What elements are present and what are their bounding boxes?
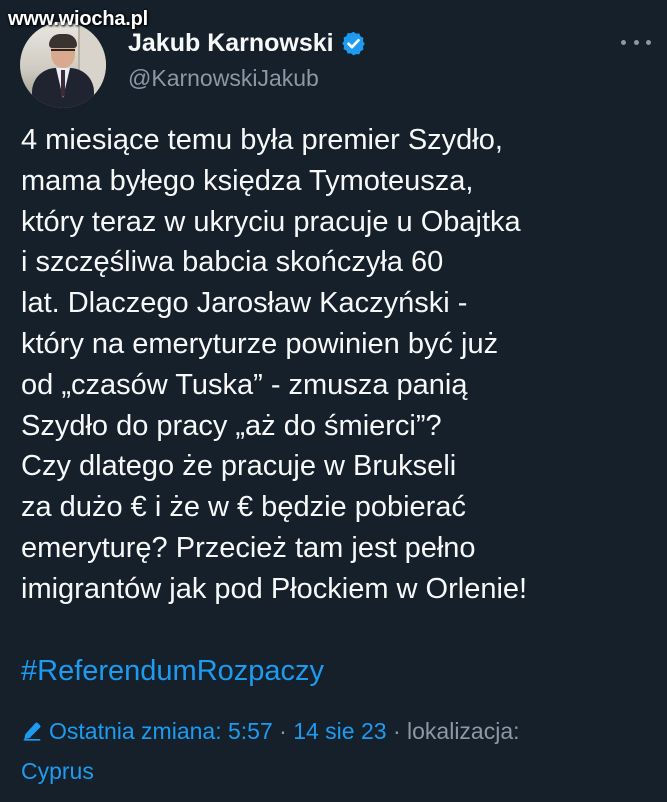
avatar[interactable]	[20, 22, 106, 108]
tweet-text: 4 miesiące temu była premier Szydło, mam…	[21, 120, 651, 610]
tweet-line: od „czasów Tuska” - zmusza panią	[21, 368, 468, 401]
meta-separator: ·	[392, 718, 401, 744]
tweet-screenshot: www.wiocha.pl Jakub Karnowski @Karnowski…	[0, 0, 667, 802]
edited-label: Ostatnia zmiana:	[49, 718, 222, 744]
tweet-line: który teraz w ukryciu pracuje u Obajtka	[21, 205, 521, 238]
tweet-line: za dużo € i że w € będzie pobierać	[21, 491, 466, 524]
verified-badge-icon	[341, 31, 365, 55]
tweet-line: lat. Dlaczego Jarosław Kaczyński -	[21, 287, 468, 320]
tweet-line: Szydło do pracy „aż do śmierci”?	[21, 409, 442, 442]
meta-separator: ·	[279, 718, 287, 744]
pencil-icon	[23, 722, 41, 741]
tweet-line: 4 miesiące temu była premier Szydło,	[21, 124, 503, 156]
watermark: www.wiocha.pl	[8, 8, 149, 30]
edit-time: 5:57	[227, 718, 273, 744]
hashtag-link[interactable]: #ReferendumRozpaczy	[21, 651, 324, 692]
display-name[interactable]: Jakub Karnowski	[128, 29, 334, 58]
edit-date[interactable]: 14 sie 23	[293, 718, 386, 744]
tweet-meta: Ostatnia zmiana: 5:57 · 14 sie 23 · loka…	[21, 711, 657, 791]
tweet-line: i szczęśliwa babcia skończyła 60	[21, 246, 444, 279]
tweet-line: mama byłego księdza Tymoteusza,	[21, 164, 474, 197]
location-label: lokalizacja:	[407, 718, 520, 744]
location-value[interactable]: Cyprus	[21, 758, 94, 784]
tweet-header: Jakub Karnowski @KarnowskiJakub	[20, 22, 651, 112]
user-handle[interactable]: @KarnowskiJakub	[128, 65, 319, 92]
tweet-line: który na emeryturze powinien być już	[21, 327, 499, 360]
tweet-line: imigrantów jak pod Płockiem w Orlenie!	[21, 572, 528, 605]
tweet-line: emeryturę? Przecież tam jest pełno	[21, 531, 476, 564]
tweet-line: Czy dlatego że pracuje w Brukseli	[21, 450, 457, 483]
more-options-icon[interactable]	[621, 32, 651, 52]
edit-history-link[interactable]: Ostatnia zmiana: 5:57	[21, 718, 273, 744]
name-row: Jakub Karnowski	[128, 26, 367, 60]
